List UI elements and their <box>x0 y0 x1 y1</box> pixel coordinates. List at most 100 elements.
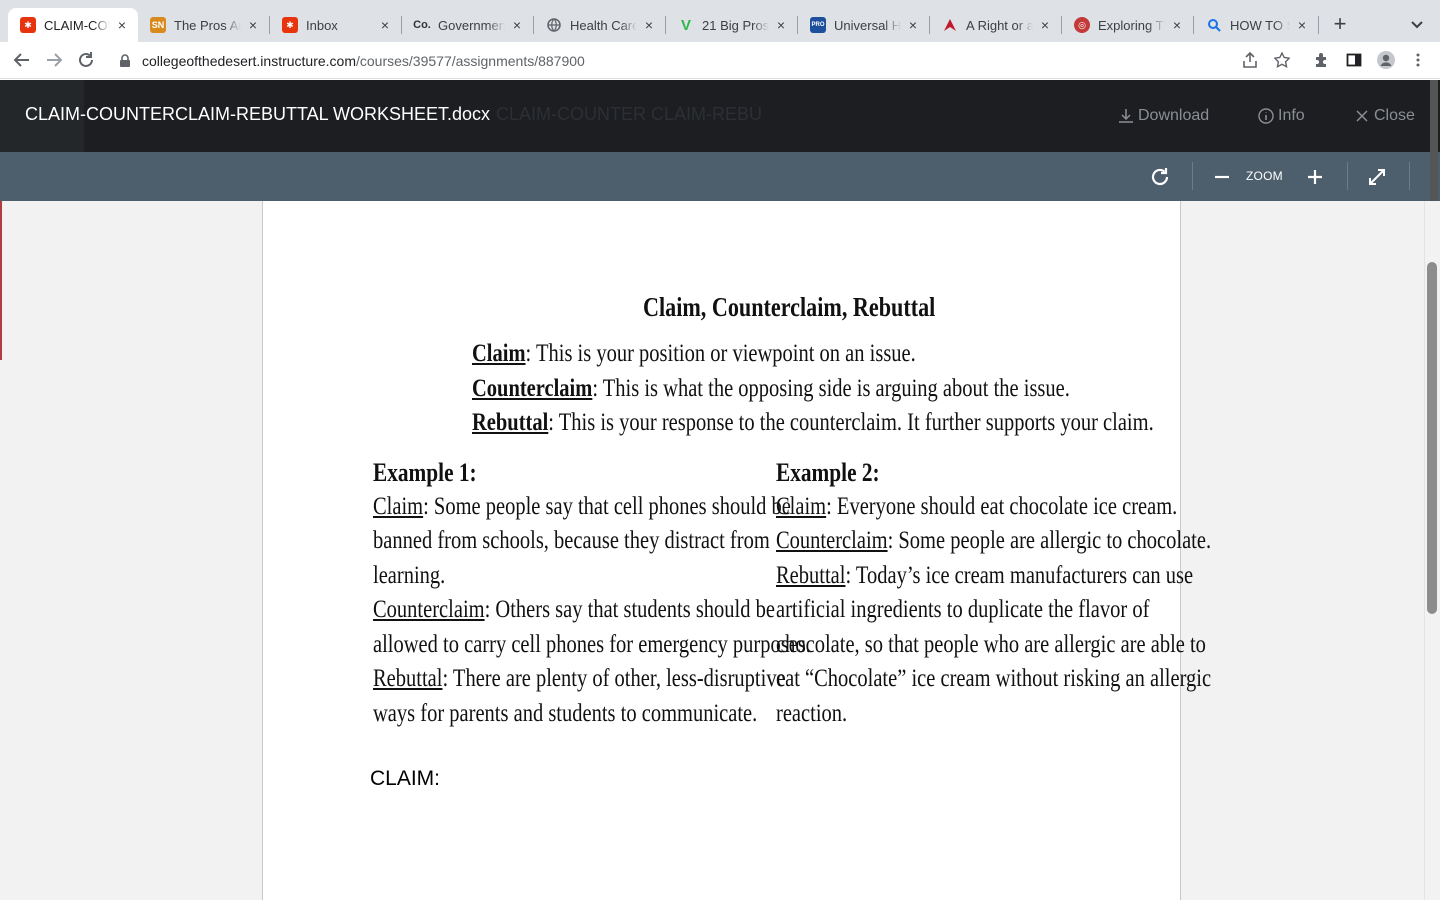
example-text: banned from schools, because they distra… <box>373 527 770 554</box>
close-tab-icon[interactable]: × <box>905 17 921 33</box>
example-1-line: banned from schools, because they distra… <box>373 527 770 555</box>
star-icon <box>1274 52 1290 68</box>
example-text: reaction. <box>776 700 848 727</box>
back-button[interactable] <box>10 48 34 72</box>
toolbar-separator <box>1347 162 1348 190</box>
canvas-icon: ✱ <box>20 17 36 33</box>
definition-term: Rebuttal <box>472 409 549 436</box>
browser-toolbar: collegeofthedesert.instructure.com/cours… <box>0 42 1440 79</box>
example-text: : Some people say that cell phones shoul… <box>423 493 791 520</box>
canvas-icon: ✱ <box>282 17 298 33</box>
close-tab-icon[interactable]: × <box>245 17 261 33</box>
tab-title: Inbox <box>306 17 338 33</box>
tab-how-to-solve[interactable]: HOW TO SOLVE × <box>1194 8 1318 42</box>
example-term: Rebuttal <box>776 562 846 589</box>
close-tab-icon[interactable]: × <box>509 17 525 33</box>
document-toolbar: ZOOM <box>0 152 1440 201</box>
example-term: Claim <box>776 493 827 520</box>
share-button[interactable] <box>1240 50 1260 70</box>
example-text: : Today’s ice cream manufacturers can us… <box>845 562 1194 589</box>
tab-pros-and-cons[interactable]: SN The Pros And Cons × <box>138 8 269 42</box>
close-tab-icon[interactable]: × <box>641 17 657 33</box>
close-preview-button[interactable]: Close <box>1354 104 1415 128</box>
tab-separator <box>1318 16 1319 34</box>
example-2-line: artificial ingredients to duplicate the … <box>776 596 1149 624</box>
reload-button[interactable] <box>74 48 98 72</box>
seal-icon: ◎ <box>1074 17 1090 33</box>
zoom-in-button[interactable] <box>1303 165 1327 189</box>
browser-menu-button[interactable] <box>1408 50 1428 70</box>
tab-strip: ✱ CLAIM-COUNTERCLAIM-REBUTTAL × SN The P… <box>0 0 1440 44</box>
background-file-title: CLAIM-COUNTER CLAIM-REBU <box>496 104 763 124</box>
close-tab-icon[interactable]: × <box>1169 17 1185 33</box>
fullscreen-button[interactable] <box>1365 165 1389 189</box>
example-1-line: allowed to carry cell phones for emergen… <box>373 631 811 659</box>
side-panel-icon <box>1346 53 1362 67</box>
tab-exploring[interactable]: ◎ Exploring The × <box>1062 8 1193 42</box>
tab-government[interactable]: Co. Government Health Care × <box>402 8 533 42</box>
sn-icon: SN <box>150 17 166 33</box>
procon-icon: PRO <box>810 17 826 33</box>
page-scrollbar[interactable] <box>1430 80 1438 201</box>
side-panel-button[interactable] <box>1344 50 1364 70</box>
info-label: Info <box>1278 107 1305 124</box>
tab-claim-worksheet[interactable]: ✱ CLAIM-COUNTERCLAIM-REBUTTAL × <box>8 8 138 42</box>
example-2-line: reaction. <box>776 700 847 728</box>
extensions-button[interactable] <box>1312 50 1332 70</box>
example-2-line: Counterclaim: Some people are allergic t… <box>776 527 1211 555</box>
example-term: Counterclaim <box>373 596 485 623</box>
tab-inbox[interactable]: ✱ Inbox × <box>270 8 401 42</box>
toolbar-separator <box>1409 162 1410 190</box>
v-icon: V <box>680 16 691 34</box>
example-1-heading: Example 1: <box>373 458 477 487</box>
download-button[interactable]: Download <box>1118 104 1209 128</box>
bookmark-button[interactable] <box>1272 50 1292 70</box>
close-tab-icon[interactable]: × <box>114 17 130 33</box>
close-tab-icon[interactable]: × <box>1294 17 1310 33</box>
tab-health-care[interactable]: Health Care × <box>534 8 665 42</box>
info-icon <box>1258 108 1274 124</box>
profile-button[interactable] <box>1376 50 1396 70</box>
plus-icon <box>1308 170 1322 184</box>
definition-text: : This is your position or viewpoint on … <box>525 340 916 367</box>
tab-universal-health[interactable]: PRO Universal Health × <box>798 8 929 42</box>
minus-icon <box>1215 175 1229 179</box>
left-edge-accent <box>0 201 2 360</box>
close-tab-icon[interactable]: × <box>773 17 789 33</box>
close-tab-icon[interactable]: × <box>377 17 393 33</box>
info-button[interactable]: Info <box>1258 104 1305 128</box>
example-text: : There are plenty of other, less-disrup… <box>442 665 786 692</box>
forward-arrow-icon <box>47 53 63 67</box>
co-icon: Co. <box>413 19 431 31</box>
forward-button[interactable] <box>42 48 66 72</box>
arrow-icon <box>942 17 958 33</box>
new-tab-button[interactable]: + <box>1328 12 1352 36</box>
definition-counterclaim: Counterclaim: This is what the opposing … <box>472 375 1070 403</box>
kebab-menu-icon <box>1416 53 1420 67</box>
claim-prompt-label: CLAIM: <box>370 767 441 790</box>
tab-title: Government Health Care <box>438 17 505 33</box>
close-tab-icon[interactable]: × <box>1037 17 1053 33</box>
tab-title: 21 Big Pros <box>702 17 769 33</box>
close-label: Close <box>1374 107 1415 124</box>
tab-title: The Pros And Cons <box>174 17 241 33</box>
example-text: artificial ingredients to duplicate the … <box>776 596 1150 623</box>
globe-icon <box>546 17 562 33</box>
example-text: chocolate, so that people who are allerg… <box>776 631 1206 658</box>
example-term: Rebuttal <box>373 665 443 692</box>
rotate-button[interactable] <box>1148 165 1172 189</box>
tab-a-right-or-a[interactable]: A Right or a × <box>930 8 1061 42</box>
document-scrollbar-thumb[interactable] <box>1427 262 1437 614</box>
example-text: ways for parents and students to communi… <box>373 700 758 727</box>
tab-search-chevron-icon[interactable] <box>1406 14 1428 36</box>
zoom-out-button[interactable] <box>1210 165 1234 189</box>
example-1-line: learning. <box>373 562 445 590</box>
search-icon <box>1206 17 1222 33</box>
tab-21-big-pros[interactable]: V 21 Big Pros × <box>666 8 797 42</box>
address-bar[interactable]: collegeofthedesert.instructure.com/cours… <box>108 46 1308 76</box>
file-preview-header: CLAIM-COUNTER CLAIM-REBU CLAIM-COUNTERCL… <box>0 80 1440 152</box>
file-title: CLAIM-COUNTERCLAIM-REBUTTAL WORKSHEET.do… <box>25 104 491 124</box>
download-label: Download <box>1138 107 1210 124</box>
zoom-label: ZOOM <box>1246 169 1283 183</box>
puzzle-icon <box>1316 53 1326 67</box>
